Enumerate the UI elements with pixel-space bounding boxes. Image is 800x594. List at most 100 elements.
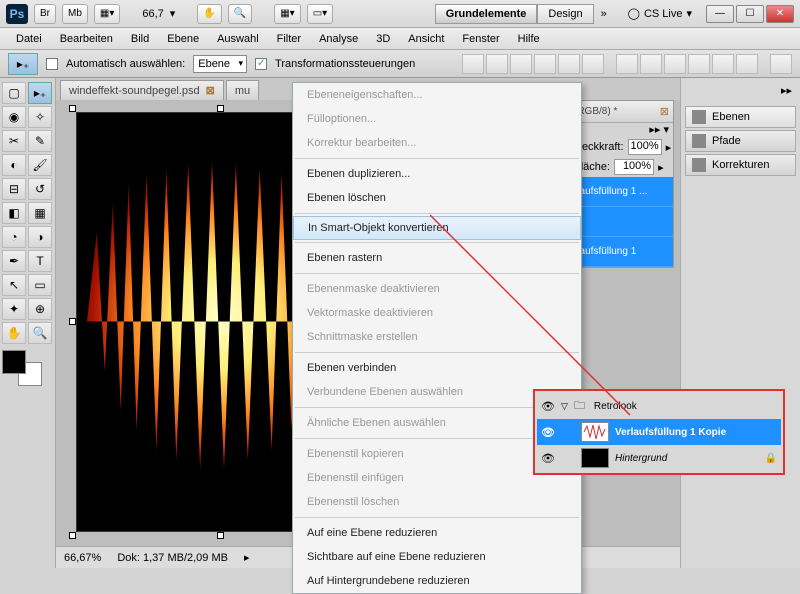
auto-select-dropdown[interactable]: Ebene: [193, 55, 247, 73]
window-minimize[interactable]: —: [706, 5, 734, 23]
layer-thumbnail[interactable]: [581, 448, 609, 468]
distribute-button[interactable]: [616, 54, 638, 74]
auto-select-checkbox[interactable]: [46, 58, 58, 70]
layer-row[interactable]: ·laufsfüllung 1: [570, 237, 673, 267]
hand-tool-button[interactable]: ✋: [197, 4, 221, 24]
menu-fenster[interactable]: Fenster: [454, 31, 507, 47]
layer-row-bg[interactable]: 👁 Hintergrund 🔒: [537, 445, 781, 471]
zoom-dropdown-icon[interactable]: ▾: [170, 7, 176, 20]
chevron-icon[interactable]: ▸: [658, 161, 664, 174]
layer-row[interactable]: ·laufsfüllung 1 ...: [570, 177, 673, 207]
path-select-tool[interactable]: ↖: [2, 274, 26, 296]
ctx-item[interactable]: Sichtbare auf eine Ebene reduzieren: [293, 545, 581, 569]
move-tool[interactable]: ▸₊: [28, 82, 52, 104]
opacity-input[interactable]: 100%: [628, 139, 662, 155]
hand-tool[interactable]: ✋: [2, 322, 26, 344]
panel-collapse-icon[interactable]: ▸▸ ▾: [570, 123, 673, 137]
chevron-icon[interactable]: ▸: [666, 141, 672, 154]
ctx-item[interactable]: In Smart-Objekt konvertieren: [293, 216, 581, 240]
menu-filter[interactable]: Filter: [269, 31, 309, 47]
marquee-tool[interactable]: ▢: [2, 82, 26, 104]
3d-camera-tool[interactable]: ⊕: [28, 298, 52, 320]
color-swatches[interactable]: [2, 350, 42, 386]
crop-tool[interactable]: ✂: [2, 130, 26, 152]
document-tab-2[interactable]: mu: [226, 80, 259, 100]
menu-ebene[interactable]: Ebene: [159, 31, 207, 47]
window-maximize[interactable]: ☐: [736, 5, 764, 23]
menu-bearbeiten[interactable]: Bearbeiten: [52, 31, 121, 47]
ctx-item[interactable]: Ebenen duplizieren...: [293, 162, 581, 186]
ctx-item[interactable]: Ebenen verbinden: [293, 356, 581, 380]
distribute-button[interactable]: [664, 54, 686, 74]
distribute-button[interactable]: [688, 54, 710, 74]
align-button[interactable]: [486, 54, 508, 74]
menu-ansicht[interactable]: Ansicht: [400, 31, 452, 47]
visibility-icon[interactable]: 👁: [541, 452, 555, 465]
layer-thumbnail[interactable]: [581, 422, 609, 442]
healing-tool[interactable]: ◐: [2, 154, 26, 176]
document-tab-1[interactable]: windeffekt-soundpegel.psd ⊠: [60, 80, 224, 100]
panel-korrekturen[interactable]: Korrekturen: [685, 154, 796, 176]
screenmode-button[interactable]: ▭▾: [307, 4, 333, 24]
auto-align-button[interactable]: [770, 54, 792, 74]
gradient-tool[interactable]: ▦: [28, 202, 52, 224]
status-zoom[interactable]: 66,67%: [64, 552, 101, 564]
workspace-more-icon[interactable]: »: [594, 4, 614, 24]
fill-input[interactable]: 100%: [614, 159, 654, 175]
layer-group-row[interactable]: 👁 ▽ 🗀 Retrolook: [537, 393, 781, 419]
distribute-button[interactable]: [640, 54, 662, 74]
view-extras-button[interactable]: ▦▾: [94, 4, 120, 24]
arrange-button[interactable]: ▦▾: [274, 4, 300, 24]
lasso-tool[interactable]: ◉: [2, 106, 26, 128]
status-doc-size[interactable]: Dok: 1,37 MB/2,09 MB: [117, 552, 228, 564]
menu-hilfe[interactable]: Hilfe: [510, 31, 548, 47]
eyedropper-tool[interactable]: ✎: [28, 130, 52, 152]
shape-tool[interactable]: ▭: [28, 274, 52, 296]
window-close[interactable]: ✕: [766, 5, 794, 23]
menu-datei[interactable]: Datei: [8, 31, 50, 47]
3d-tool[interactable]: ✦: [2, 298, 26, 320]
dodge-tool[interactable]: ◑: [28, 226, 52, 248]
ctx-item[interactable]: Auf eine Ebene reduzieren: [293, 521, 581, 545]
ctx-item[interactable]: Ebenen rastern: [293, 246, 581, 270]
type-tool[interactable]: T: [28, 250, 52, 272]
eraser-tool[interactable]: ◧: [2, 202, 26, 224]
align-button[interactable]: [510, 54, 532, 74]
cslive-button[interactable]: ◯ CS Live ▾: [628, 7, 692, 20]
blur-tool[interactable]: ◔: [2, 226, 26, 248]
menu-auswahl[interactable]: Auswahl: [209, 31, 267, 47]
align-button[interactable]: [462, 54, 484, 74]
stamp-tool[interactable]: ⊟: [2, 178, 26, 200]
panel-collapse-icon[interactable]: ▸▸: [685, 84, 796, 104]
menu-3d[interactable]: 3D: [368, 31, 398, 47]
ctx-item[interactable]: Ebenen löschen: [293, 186, 581, 210]
align-button[interactable]: [534, 54, 556, 74]
close-tab-icon[interactable]: ⊠: [660, 105, 669, 118]
pen-tool[interactable]: ✒: [2, 250, 26, 272]
zoom-value[interactable]: 66,7: [142, 8, 163, 20]
move-tool-indicator[interactable]: ▸₊: [8, 53, 38, 75]
layer-row[interactable]: 2: [570, 207, 673, 237]
menu-bild[interactable]: Bild: [123, 31, 157, 47]
fg-color-swatch[interactable]: [2, 350, 26, 374]
align-button[interactable]: [558, 54, 580, 74]
align-button[interactable]: [582, 54, 604, 74]
workspace-design[interactable]: Design: [537, 4, 593, 24]
visibility-icon[interactable]: 👁: [541, 426, 555, 439]
close-tab-icon[interactable]: ⊠: [206, 84, 215, 97]
ctx-item[interactable]: Auf Hintergrundebene reduzieren: [293, 569, 581, 593]
zoom-tool-button[interactable]: 🔍: [228, 4, 252, 24]
layer-row-selected[interactable]: 👁 Verlaufsfüllung 1 Kopie: [537, 419, 781, 445]
status-arrow-icon[interactable]: ▸: [244, 551, 250, 564]
distribute-button[interactable]: [712, 54, 734, 74]
zoom-tool[interactable]: 🔍: [28, 322, 52, 344]
brush-tool[interactable]: 🖌: [28, 154, 52, 176]
menu-analyse[interactable]: Analyse: [311, 31, 366, 47]
disclosure-icon[interactable]: ▽: [561, 401, 568, 412]
bridge-button[interactable]: Br: [34, 4, 56, 24]
workspace-grundelemente[interactable]: Grundelemente: [435, 4, 538, 24]
panel-ebenen[interactable]: Ebenen: [685, 106, 796, 128]
panel-pfade[interactable]: Pfade: [685, 130, 796, 152]
wand-tool[interactable]: ✧: [28, 106, 52, 128]
visibility-icon[interactable]: 👁: [541, 400, 555, 413]
